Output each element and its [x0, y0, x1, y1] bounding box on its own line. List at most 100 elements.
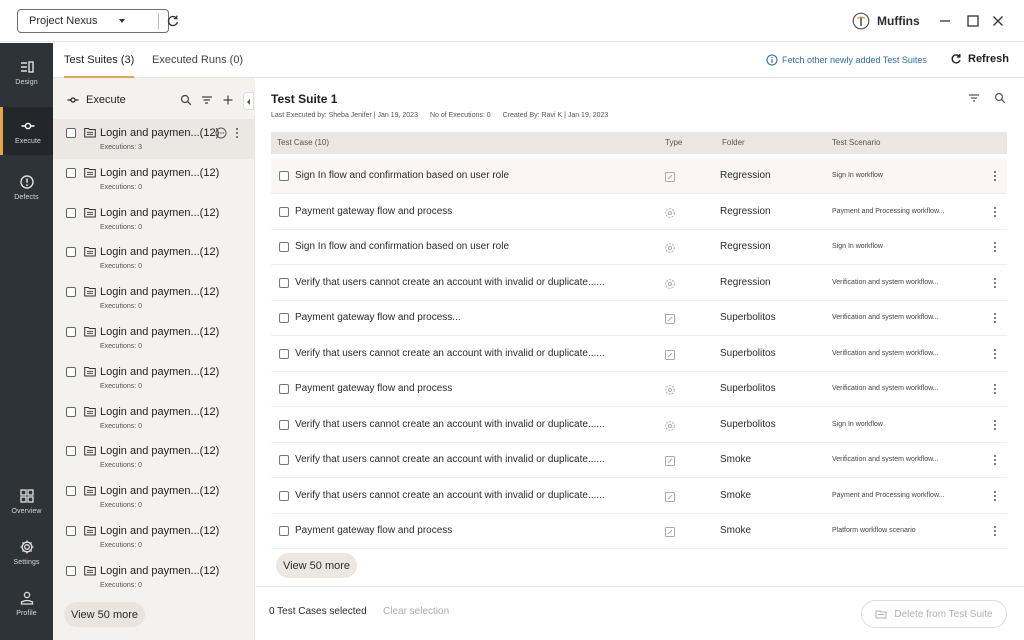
row-checkbox[interactable] — [279, 419, 289, 430]
rail-item-overview[interactable]: Overview — [0, 477, 53, 525]
test-case-name: Sign In flow and confirmation based on u… — [295, 241, 510, 252]
kebab-menu-icon[interactable] — [991, 383, 999, 395]
row-checkbox[interactable] — [279, 206, 289, 217]
sort-icon[interactable] — [201, 94, 213, 106]
table-row[interactable]: Sign In flow and confirmation based on u… — [271, 230, 1007, 265]
folder-icon — [84, 486, 96, 496]
rail-item-execute[interactable]: Execute — [0, 107, 53, 155]
suite-checkbox[interactable] — [66, 486, 76, 497]
folder-icon — [84, 526, 96, 536]
column-header-type[interactable]: Type — [665, 132, 682, 154]
suite-list-item[interactable]: Login and paymen...(12) Executions: 0 — [53, 398, 255, 438]
suite-checkbox[interactable] — [66, 207, 76, 218]
fetch-suites-link[interactable]: Fetch other newly added Test Suites — [766, 54, 927, 66]
suite-list-item[interactable]: Login and paymen...(12) Executions: 0 — [53, 477, 255, 517]
add-icon[interactable] — [222, 94, 234, 106]
rail-item-design[interactable]: Design — [0, 48, 53, 96]
suite-checkbox[interactable] — [66, 366, 76, 377]
clear-selection-link[interactable]: Clear selection — [383, 606, 449, 617]
suite-checkbox[interactable] — [66, 167, 76, 178]
suite-list-item[interactable]: Login and paymen...(12) Executions: 0 — [53, 557, 255, 597]
suite-checkbox[interactable] — [66, 128, 76, 138]
table-row[interactable]: Verify that users cannot create an accou… — [271, 266, 1007, 301]
maximize-icon[interactable] — [964, 12, 982, 30]
suite-list-item[interactable]: Login and paymen...(12) Executions: 3 — [53, 119, 255, 159]
filter-icon[interactable] — [968, 92, 980, 104]
refresh-button[interactable]: Refresh — [950, 53, 1009, 65]
refresh-icon[interactable] — [164, 12, 182, 30]
rail-item-settings[interactable]: Settings — [0, 528, 53, 576]
kebab-menu-icon[interactable] — [233, 127, 241, 139]
suite-list-item[interactable]: Login and paymen...(12) Executions: 0 — [53, 159, 255, 199]
kebab-menu-icon[interactable] — [991, 525, 999, 537]
suite-checkbox[interactable] — [66, 526, 76, 536]
suite-checkbox[interactable] — [66, 287, 76, 298]
row-checkbox[interactable] — [279, 384, 289, 394]
row-checkbox[interactable] — [279, 455, 289, 465]
title-bar: Project Nexus Muffins — [0, 0, 1024, 42]
table-row[interactable]: Payment gateway flow and process Superbol… — [271, 372, 1007, 407]
kebab-menu-icon[interactable] — [991, 454, 999, 466]
suite-name: Login and paymen...(12) — [100, 166, 220, 179]
row-checkbox[interactable] — [279, 348, 289, 359]
execute-title: Execute — [86, 94, 126, 106]
suite-list-item[interactable]: Login and paymen...(12) Executions: 0 — [53, 318, 255, 358]
project-select[interactable]: Project Nexus — [17, 9, 179, 33]
suite-checkbox[interactable] — [66, 565, 76, 576]
table-row[interactable]: Payment gateway flow and process Regressi… — [271, 195, 1007, 230]
kebab-menu-icon[interactable] — [991, 312, 999, 324]
suite-list-item[interactable]: Login and paymen...(12) Executions: 0 — [53, 517, 255, 557]
table-row[interactable]: Verify that users cannot create an accou… — [271, 408, 1007, 443]
row-checkbox[interactable] — [279, 490, 289, 501]
row-checkbox[interactable] — [279, 313, 289, 323]
table-row[interactable]: Verify that users cannot create an accou… — [271, 443, 1007, 478]
suite-checkbox[interactable] — [66, 406, 76, 417]
view-more-cases-button[interactable]: View 50 more — [276, 553, 357, 578]
kebab-menu-icon[interactable] — [991, 241, 999, 253]
suite-checkbox[interactable] — [66, 327, 76, 337]
table-row[interactable]: Payment gateway flow and process Smoke Pla… — [271, 514, 1007, 549]
kebab-menu-icon[interactable] — [991, 419, 999, 431]
row-checkbox[interactable] — [279, 526, 289, 536]
user-menu[interactable]: Muffins — [852, 12, 920, 30]
table-row[interactable]: Verify that users cannot create an accou… — [271, 479, 1007, 514]
kebab-menu-icon[interactable] — [991, 206, 999, 218]
tab-test-suites[interactable]: Test Suites (3) — [64, 43, 135, 78]
search-icon[interactable] — [180, 94, 192, 106]
search-icon[interactable] — [994, 92, 1006, 104]
kebab-menu-icon[interactable] — [991, 170, 999, 182]
minimize-icon[interactable] — [936, 12, 954, 30]
rail-item-defects[interactable]: Defects — [0, 163, 53, 211]
suite-list-item[interactable]: Login and paymen...(12) Executions: 0 — [53, 358, 255, 398]
automated-test-icon — [665, 207, 675, 218]
column-header-test-case[interactable]: Test Case (10) — [277, 132, 329, 154]
table-row[interactable]: Payment gateway flow and process... Super… — [271, 301, 1007, 336]
rail-item-profile[interactable]: Profile — [0, 579, 53, 627]
row-checkbox[interactable] — [279, 171, 289, 181]
folder-icon — [875, 610, 887, 619]
suite-list-item[interactable]: Login and paymen...(12) Executions: 0 — [53, 199, 255, 239]
test-case-scenario: Platform workflow scenario — [832, 527, 916, 534]
more-options-icon[interactable] — [215, 127, 227, 139]
collapse-panel-button[interactable] — [243, 92, 254, 110]
row-checkbox[interactable] — [279, 242, 289, 252]
column-header-folder[interactable]: Folder — [722, 132, 745, 154]
suite-list-item[interactable]: Login and paymen...(12) Executions: 0 — [53, 437, 255, 477]
kebab-menu-icon[interactable] — [991, 348, 999, 360]
column-header-scenario[interactable]: Test Scenario — [832, 132, 880, 154]
delete-from-suite-button[interactable]: Delete from Test Suite — [861, 600, 1007, 628]
row-checkbox[interactable] — [279, 277, 289, 288]
kebab-menu-icon[interactable] — [991, 490, 999, 502]
test-case-name: Sign In flow and confirmation based on u… — [295, 170, 510, 181]
table-row[interactable]: Verify that users cannot create an accou… — [271, 337, 1007, 372]
created-by: Created By: Ravi K | Jan 19, 2023 — [502, 112, 609, 119]
suite-checkbox[interactable] — [66, 446, 76, 457]
suite-list-item[interactable]: Login and paymen...(12) Executions: 0 — [53, 278, 255, 318]
view-more-suites-button[interactable]: View 50 more — [64, 602, 145, 627]
kebab-menu-icon[interactable] — [991, 277, 999, 289]
close-icon[interactable] — [989, 12, 1007, 30]
table-row[interactable]: Sign In flow and confirmation based on u… — [271, 159, 1007, 194]
suite-list-item[interactable]: Login and paymen...(12) Executions: 0 — [53, 238, 255, 278]
tab-executed-runs[interactable]: Executed Runs (0) — [152, 43, 243, 78]
suite-checkbox[interactable] — [66, 247, 76, 258]
